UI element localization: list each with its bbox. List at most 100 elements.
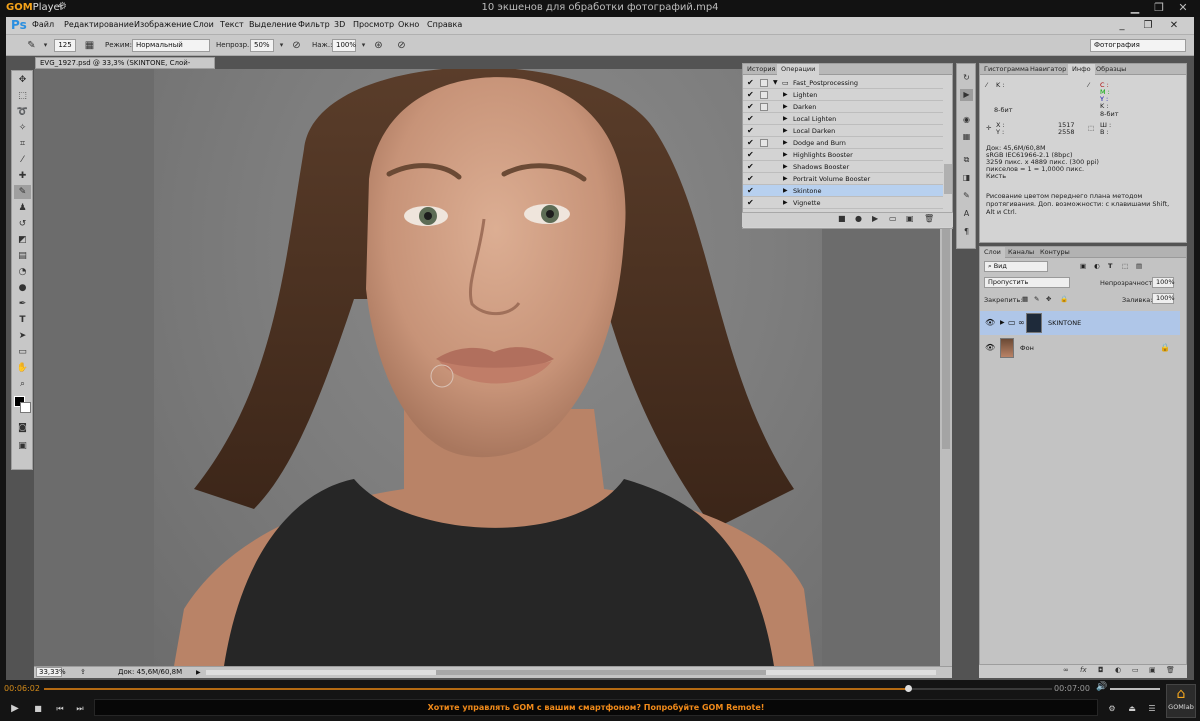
add-mask-icon[interactable]: ◘ [1098, 666, 1104, 674]
tab-actions[interactable]: Операции [777, 64, 820, 75]
stamp-tool-icon[interactable]: ♟ [14, 201, 31, 215]
collapsed-icon[interactable]: ▶ [783, 113, 788, 125]
play-action-icon[interactable]: ▶ [872, 214, 878, 223]
history-brush-tool-icon[interactable]: ↺ [14, 217, 31, 231]
expanded-icon[interactable]: ▼ [773, 77, 778, 89]
share-icon[interactable]: ⇪ [80, 667, 86, 678]
tab-histogram[interactable]: Гистограмма [980, 64, 1033, 75]
delete-layer-icon[interactable]: 🗑 [1166, 666, 1175, 674]
menu-3d[interactable]: 3D [334, 20, 345, 29]
new-layer-icon[interactable]: ▣ [1149, 666, 1156, 674]
hand-tool-icon[interactable]: ✋ [14, 361, 31, 375]
quick-select-tool-icon[interactable]: ✧ [14, 121, 31, 135]
action-row[interactable]: ✔ ▶ Highlights Booster [743, 149, 943, 161]
collapsed-icon[interactable]: ▶ [783, 137, 788, 149]
dialog-toggle[interactable] [760, 103, 768, 111]
eraser-tool-icon[interactable]: ◩ [14, 233, 31, 247]
filter-pixel-icon[interactable]: ▣ [1080, 262, 1086, 270]
filter-type-icon[interactable]: T [1108, 262, 1112, 270]
check-icon[interactable]: ✔ [747, 161, 754, 173]
menu-window[interactable]: Окно [398, 20, 419, 29]
shape-tool-icon[interactable]: ▭ [14, 345, 31, 359]
pressure-opacity-icon[interactable]: ⊘ [289, 38, 304, 53]
collapsed-icon[interactable]: ▶ [783, 149, 788, 161]
brush-presets-icon[interactable]: ✎ [960, 190, 973, 202]
color-panel-icon[interactable]: ◉ [960, 114, 973, 126]
screen-mode-icon[interactable]: ▣ [14, 439, 31, 453]
visibility-eye-icon[interactable]: 👁 [985, 343, 995, 352]
check-icon[interactable]: ✔ [747, 125, 754, 137]
paragraph-panel-icon[interactable]: ¶ [960, 226, 973, 238]
filter-smart-icon[interactable]: ▤ [1136, 262, 1142, 270]
opacity-input[interactable]: 50% [250, 39, 274, 52]
character-panel-icon[interactable]: A [960, 208, 973, 220]
horizontal-scroll-thumb[interactable] [436, 670, 766, 675]
lock-position-icon[interactable]: ✥ [1046, 295, 1051, 303]
check-icon[interactable]: ✔ [747, 113, 754, 125]
tab-layers[interactable]: Слои [980, 247, 1005, 258]
status-arrow-icon[interactable]: ▶ [196, 667, 201, 678]
minimize-button[interactable]: ▁ [1124, 0, 1146, 16]
dialog-toggle[interactable] [760, 91, 768, 99]
layer-row-background[interactable]: 👁 Фон 🔒 [980, 336, 1180, 360]
close-button[interactable]: ✕ [1172, 0, 1194, 16]
lasso-tool-icon[interactable]: ➰ [14, 105, 31, 119]
layer-style-icon[interactable]: fx [1080, 666, 1087, 674]
layer-mask-thumbnail[interactable] [1026, 313, 1042, 333]
action-row[interactable]: ✔ ▶ Portrait Volume Booster [743, 173, 943, 185]
eyedropper-tool-icon[interactable]: ⁄ [14, 153, 31, 167]
quick-mask-icon[interactable]: ◙ [14, 421, 31, 435]
menu-icon[interactable]: ☰ [1144, 701, 1160, 717]
eject-icon[interactable]: ⏏ [1124, 701, 1140, 717]
menu-text[interactable]: Текст [220, 20, 244, 29]
actions-scroll-thumb[interactable] [944, 164, 952, 194]
collapsed-icon[interactable]: ▶ [783, 173, 788, 185]
maximize-button[interactable]: ❐ [1148, 0, 1170, 16]
pen-tool-icon[interactable]: ✒ [14, 297, 31, 311]
visibility-eye-icon[interactable]: 👁 [985, 318, 995, 327]
check-icon[interactable]: ✔ [747, 173, 754, 185]
collapsed-icon[interactable]: ▶ [783, 161, 788, 173]
action-row[interactable]: ✔ ▶ Local Darken [743, 125, 943, 137]
gradient-tool-icon[interactable]: ▤ [14, 249, 31, 263]
filter-adjustment-icon[interactable]: ◐ [1094, 262, 1100, 270]
path-select-tool-icon[interactable]: ➤ [14, 329, 31, 343]
filter-shape-icon[interactable]: ⬚ [1122, 262, 1128, 270]
settings-icon[interactable]: ⚙ [1104, 701, 1120, 717]
swatches-panel-icon[interactable]: ▦ [960, 131, 973, 143]
blur-tool-icon[interactable]: ◔ [14, 265, 31, 279]
healing-tool-icon[interactable]: ✚ [14, 169, 31, 183]
stop-button[interactable]: ■ [30, 701, 46, 717]
menu-view[interactable]: Просмотр [353, 20, 394, 29]
expand-group-icon[interactable]: ▶ [1000, 319, 1005, 326]
action-set-row[interactable]: ✔ ▼ ▭ Fast_Postprocessing [743, 77, 943, 89]
pressure-dropdown-icon[interactable]: ▾ [356, 38, 371, 53]
dialog-toggle[interactable] [760, 139, 768, 147]
lock-pixels-icon[interactable]: ✎ [1034, 295, 1039, 303]
check-icon[interactable]: ✔ [747, 185, 754, 197]
play-button[interactable]: ▶ [7, 701, 23, 717]
action-row[interactable]: ✔ ▶ Dodge and Burn [743, 137, 943, 149]
collapsed-icon[interactable]: ▶ [783, 125, 788, 137]
action-row[interactable]: ✔ ▶ Lighten [743, 89, 943, 101]
menu-layers[interactable]: Слои [193, 20, 214, 29]
tab-navigator[interactable]: Навигатор [1026, 64, 1070, 75]
menu-file[interactable]: Файл [32, 20, 54, 29]
action-row[interactable]: ✔ ▶ Local Lighten [743, 113, 943, 125]
next-button[interactable]: ⏭ [72, 701, 88, 717]
pressure-size-icon[interactable]: ⊘ [394, 38, 409, 53]
airbrush-icon[interactable]: ⊛ [371, 38, 386, 53]
collapsed-icon[interactable]: ▶ [783, 185, 788, 197]
dodge-tool-icon[interactable]: ● [14, 281, 31, 295]
actions-panel-icon[interactable]: ▶ [960, 89, 973, 101]
workspace-select[interactable]: Фотография [1090, 39, 1186, 52]
brush-size-picker[interactable]: 125 [54, 39, 76, 52]
ps-restore-button[interactable]: ❐ [1136, 18, 1160, 33]
menu-image[interactable]: Изображение [134, 20, 192, 29]
collapsed-icon[interactable]: ▶ [783, 197, 788, 209]
collapsed-icon[interactable]: ▶ [783, 101, 788, 113]
adjustments-panel-icon[interactable]: ⧉ [960, 154, 973, 166]
menu-select[interactable]: Выделение [249, 20, 297, 29]
prev-button[interactable]: ⏮ [52, 701, 68, 717]
move-tool-icon[interactable]: ✥ [14, 73, 31, 87]
